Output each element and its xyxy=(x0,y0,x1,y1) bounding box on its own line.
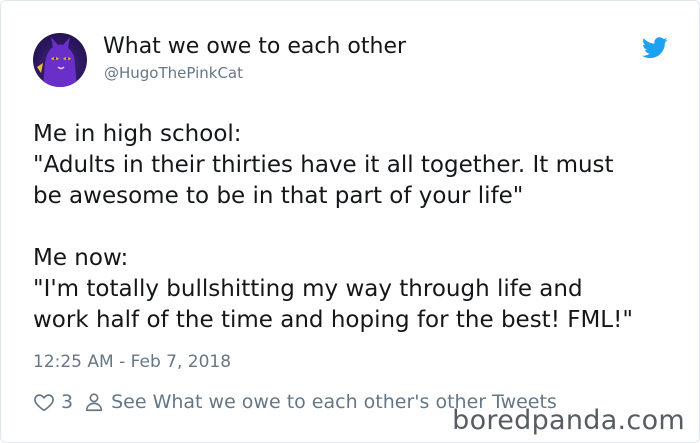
like-count: 3 xyxy=(61,391,74,413)
tweet-card: What we owe to each other @HugoThePinkCa… xyxy=(0,0,700,443)
display-name[interactable]: What we owe to each other xyxy=(103,34,406,59)
avatar[interactable] xyxy=(33,33,87,87)
watermark: boredpanda.com xyxy=(452,405,685,436)
user-handle[interactable]: @HugoThePinkCat xyxy=(104,64,243,82)
tweet-line: work half of the time and hoping for the… xyxy=(33,307,633,333)
twitter-bird-icon[interactable] xyxy=(642,37,668,59)
tweet-line: be awesome to be in that part of your li… xyxy=(33,183,524,209)
tweet-line-break xyxy=(33,212,673,243)
tweet-line: Me now: xyxy=(33,245,129,271)
tweet-line: Me in high school: xyxy=(33,121,242,147)
tweet-timestamp[interactable]: 12:25 AM - Feb 7, 2018 xyxy=(33,352,231,372)
tweet-text: Me in high school: "Adults in their thir… xyxy=(33,119,673,336)
person-icon[interactable] xyxy=(83,391,105,413)
tweet-line: "I'm totally bullshitting my way through… xyxy=(33,276,583,302)
heart-icon[interactable] xyxy=(33,391,55,413)
tweet-line: "Adults in their thirties have it all to… xyxy=(33,152,614,178)
avatar-cat-icon xyxy=(37,37,77,87)
